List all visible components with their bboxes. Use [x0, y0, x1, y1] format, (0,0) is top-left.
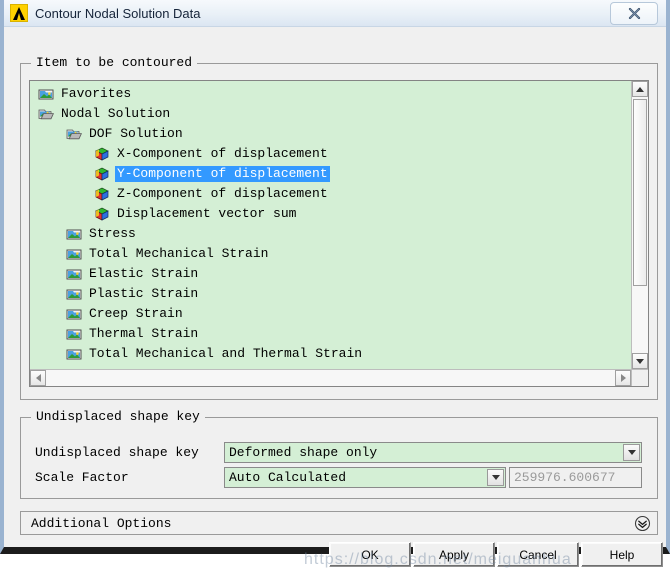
- triangle-down-icon: [491, 475, 500, 480]
- undisplaced-shape-key-value: Deformed shape only: [229, 445, 378, 460]
- tree-item[interactable]: Plastic Strain: [30, 284, 631, 304]
- cube-icon: [95, 207, 109, 221]
- tree-item[interactable]: Stress: [30, 224, 631, 244]
- tree-item[interactable]: Elastic Strain: [30, 264, 631, 284]
- tree-item-label: Thermal Strain: [89, 326, 199, 341]
- window-title: Contour Nodal Solution Data: [35, 5, 201, 21]
- cancel-button[interactable]: Cancel: [497, 542, 579, 567]
- scale-factor-select[interactable]: Auto Calculated: [224, 467, 506, 488]
- dialog-client-area: Item to be contoured Favorites Nodal Solu…: [4, 27, 666, 568]
- folder-closed-icon: [66, 309, 82, 320]
- tree-item[interactable]: Nodal Solution: [30, 104, 631, 124]
- result-item-tree[interactable]: Favorites Nodal Solution DOF Solution X-Com…: [29, 80, 649, 387]
- folder-closed-icon: [66, 329, 82, 340]
- tree-item[interactable]: Total Mechanical Strain: [30, 244, 631, 264]
- folder-closed-icon: [66, 289, 82, 300]
- scroll-up-button[interactable]: [632, 81, 648, 97]
- tree-item[interactable]: DOF Solution: [30, 124, 631, 144]
- tree-item-label: Favorites: [61, 86, 132, 101]
- tree-vertical-scrollbar[interactable]: [631, 81, 648, 369]
- close-button[interactable]: [610, 2, 658, 25]
- item-to-be-contoured-group: Item to be contoured Favorites Nodal Solu…: [20, 55, 658, 400]
- tree-item[interactable]: Total Mechanical and Thermal Strain: [30, 344, 631, 364]
- tree-item-label: Total Mechanical and Thermal Strain: [89, 346, 363, 361]
- triangle-right-icon: [620, 374, 626, 382]
- scale-factor-label: Scale Factor: [35, 470, 129, 485]
- scroll-right-button[interactable]: [615, 370, 631, 386]
- cube-icon: [95, 167, 109, 181]
- tree-item-label: Creep Strain: [89, 306, 183, 321]
- help-button[interactable]: Help: [581, 542, 663, 567]
- scrollbar-corner: [631, 369, 648, 386]
- ansys-logo-icon: [10, 4, 28, 22]
- tree-item-label: X-Component of displacement: [117, 146, 328, 161]
- cube-icon: [95, 147, 109, 161]
- folder-closed-icon: [66, 349, 82, 360]
- tree-item[interactable]: Favorites: [30, 84, 631, 104]
- apply-button[interactable]: Apply: [413, 542, 495, 567]
- scale-factor-numeric-input[interactable]: 259976.600677: [509, 467, 642, 488]
- result-item-tree-list[interactable]: Favorites Nodal Solution DOF Solution X-Com…: [30, 81, 631, 369]
- contour-nodal-solution-dialog: Contour Nodal Solution Data Item to be c…: [0, 0, 670, 568]
- scale-factor-value: Auto Calculated: [229, 470, 347, 485]
- tree-item-label: DOF Solution: [89, 126, 183, 141]
- tree-item-label: Stress: [89, 226, 136, 241]
- item-to-be-contoured-group-title: Item to be contoured: [31, 55, 198, 70]
- tree-item-label: Total Mechanical Strain: [89, 246, 269, 261]
- tree-vertical-scroll-thumb[interactable]: [633, 99, 647, 286]
- folder-open-icon: [38, 109, 54, 120]
- tree-item[interactable]: X-Component of displacement: [30, 144, 631, 164]
- tree-item-label: Plastic Strain: [89, 286, 199, 301]
- undisplaced-shape-key-label: Undisplaced shape key: [35, 445, 199, 460]
- undisplaced-shape-key-select[interactable]: Deformed shape only: [224, 442, 642, 463]
- undisplaced-shape-key-group: Undisplaced shape key Undisplaced shape …: [20, 409, 658, 499]
- triangle-left-icon: [35, 374, 41, 382]
- folder-closed-icon: [66, 269, 82, 280]
- folder-open-icon: [66, 129, 82, 140]
- additional-options-label: Additional Options: [31, 515, 172, 531]
- undisplaced-shape-key-row: Undisplaced shape key: [35, 442, 199, 463]
- chevron-down-icon[interactable]: [623, 444, 640, 461]
- close-icon: [628, 7, 640, 20]
- additional-options-bar[interactable]: Additional Options: [20, 511, 658, 535]
- triangle-up-icon: [636, 86, 644, 92]
- folder-closed-icon: [66, 229, 82, 240]
- tree-item-label: Y-Component of displacement: [115, 166, 330, 182]
- triangle-down-icon: [627, 450, 636, 455]
- title-bar: Contour Nodal Solution Data: [4, 0, 666, 27]
- ok-button[interactable]: OK: [329, 542, 411, 567]
- tree-item-label: Z-Component of displacement: [117, 186, 328, 201]
- tree-item-label: Nodal Solution: [61, 106, 171, 121]
- scroll-down-button[interactable]: [632, 353, 648, 369]
- tree-horizontal-scrollbar[interactable]: [30, 369, 631, 386]
- tree-item-label: Elastic Strain: [89, 266, 199, 281]
- folder-closed-icon: [38, 89, 54, 100]
- chevron-double-down-icon[interactable]: [633, 514, 651, 532]
- folder-closed-icon: [66, 249, 82, 260]
- scroll-left-button[interactable]: [30, 370, 46, 386]
- tree-item[interactable]: Displacement vector sum: [30, 204, 631, 224]
- tree-item[interactable]: Y-Component of displacement: [30, 164, 631, 184]
- undisplaced-shape-key-group-title: Undisplaced shape key: [31, 409, 205, 424]
- scale-factor-row: Scale Factor: [35, 467, 129, 488]
- chevron-down-icon[interactable]: [487, 469, 504, 486]
- tree-item[interactable]: Thermal Strain: [30, 324, 631, 344]
- triangle-down-icon: [636, 358, 644, 364]
- cube-icon: [95, 187, 109, 201]
- tree-item[interactable]: Z-Component of displacement: [30, 184, 631, 204]
- tree-item-label: Displacement vector sum: [117, 206, 297, 221]
- tree-item[interactable]: Creep Strain: [30, 304, 631, 324]
